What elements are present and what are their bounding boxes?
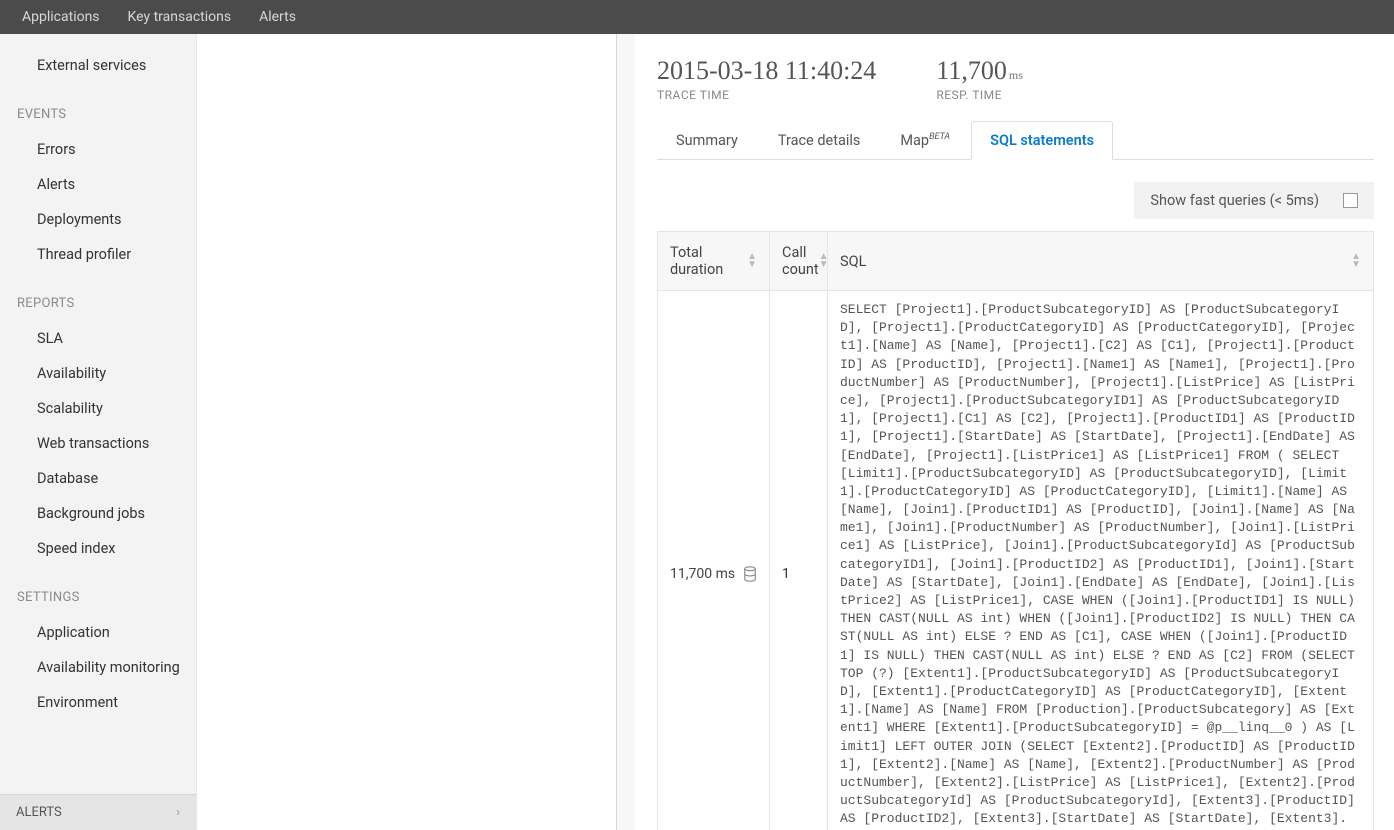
top-nav: Applications Key transactions Alerts xyxy=(0,0,1394,34)
cell-count: 1 xyxy=(770,291,828,830)
alerts-footer-label: ALERTS xyxy=(16,805,62,820)
sidebar-item-speed-index[interactable]: Speed index xyxy=(0,531,196,566)
col-sql[interactable]: SQL ▲▼ xyxy=(828,232,1373,290)
tab-trace-details[interactable]: Trace details xyxy=(759,121,880,160)
topnav-key-transactions[interactable]: Key transactions xyxy=(114,0,246,34)
sidebar-item-environment[interactable]: Environment xyxy=(0,685,196,720)
sidebar-item-database[interactable]: Database xyxy=(0,461,196,496)
sidebar-section-reports: REPORTS xyxy=(0,272,196,321)
sidebar-alerts-panel-toggle[interactable]: ALERTS › xyxy=(0,794,196,830)
middle-panel xyxy=(197,34,617,830)
sidebar-item-availability-monitoring[interactable]: Availability monitoring xyxy=(0,650,196,685)
show-fast-queries-toggle[interactable]: Show fast queries (< 5ms) xyxy=(1134,182,1374,219)
sidebar-item-thread-profiler[interactable]: Thread profiler xyxy=(0,237,196,272)
sidebar-item-application[interactable]: Application xyxy=(0,615,196,650)
sort-icon: ▲▼ xyxy=(1351,253,1361,269)
sidebar-item-scalability[interactable]: Scalability xyxy=(0,391,196,426)
sidebar-item-availability[interactable]: Availability xyxy=(0,356,196,391)
cell-duration: 11,700 ms xyxy=(658,291,770,830)
tab-map[interactable]: MapBETA xyxy=(881,121,969,160)
beta-badge: BETA xyxy=(929,132,950,142)
col-total-duration[interactable]: Total duration ▲▼ xyxy=(658,232,770,290)
resp-time-metric: 11,700ms RESP. TIME xyxy=(936,56,1023,102)
resp-time-label: RESP. TIME xyxy=(936,88,1023,102)
topnav-alerts[interactable]: Alerts xyxy=(245,0,310,34)
sidebar-item-alerts[interactable]: Alerts xyxy=(0,167,196,202)
resp-time-value: 11,700ms xyxy=(936,56,1023,86)
sidebar-item-background-jobs[interactable]: Background jobs xyxy=(0,496,196,531)
table-row: 11,700 ms 1 SELECT [Project1].[ProductSu… xyxy=(658,291,1373,830)
trace-detail-panel: 2015-03-18 11:40:24 TRACE TIME 11,700ms … xyxy=(617,34,1394,830)
trace-time-metric: 2015-03-18 11:40:24 TRACE TIME xyxy=(657,56,876,102)
trace-time-label: TRACE TIME xyxy=(657,88,876,102)
col-call-count[interactable]: Call count ▲▼ xyxy=(770,232,828,290)
sidebar-item-errors[interactable]: Errors xyxy=(0,132,196,167)
sort-icon: ▲▼ xyxy=(747,253,757,269)
sql-table-header: Total duration ▲▼ Call count ▲▼ SQL ▲▼ xyxy=(658,231,1373,291)
sidebar: External services EVENTS Errors Alerts D… xyxy=(0,34,197,830)
fast-queries-label: Show fast queries (< 5ms) xyxy=(1150,192,1319,209)
sidebar-item-deployments[interactable]: Deployments xyxy=(0,202,196,237)
sidebar-item-sla[interactable]: SLA xyxy=(0,321,196,356)
sort-icon: ▲▼ xyxy=(819,253,829,269)
tab-sql-statements[interactable]: SQL statements xyxy=(971,121,1113,160)
chevron-right-icon: › xyxy=(176,805,180,820)
sidebar-item-web-transactions[interactable]: Web transactions xyxy=(0,426,196,461)
sidebar-section-settings: SETTINGS xyxy=(0,566,196,615)
topnav-applications[interactable]: Applications xyxy=(8,0,114,34)
trace-time-value: 2015-03-18 11:40:24 xyxy=(657,56,876,86)
sql-statement-text: SELECT [Project1].[ProductSubcategoryID]… xyxy=(840,302,1363,830)
sidebar-item-external-services[interactable]: External services xyxy=(0,48,196,83)
cell-sql: SELECT [Project1].[ProductSubcategoryID]… xyxy=(828,291,1373,830)
sidebar-section-events: EVENTS xyxy=(0,83,196,132)
trace-tabs: Summary Trace details MapBETA SQL statem… xyxy=(657,120,1374,160)
sql-table: Total duration ▲▼ Call count ▲▼ SQL ▲▼ 1… xyxy=(657,231,1374,830)
tab-summary[interactable]: Summary xyxy=(657,121,757,160)
database-icon xyxy=(743,566,757,582)
fast-queries-checkbox[interactable] xyxy=(1343,193,1358,208)
